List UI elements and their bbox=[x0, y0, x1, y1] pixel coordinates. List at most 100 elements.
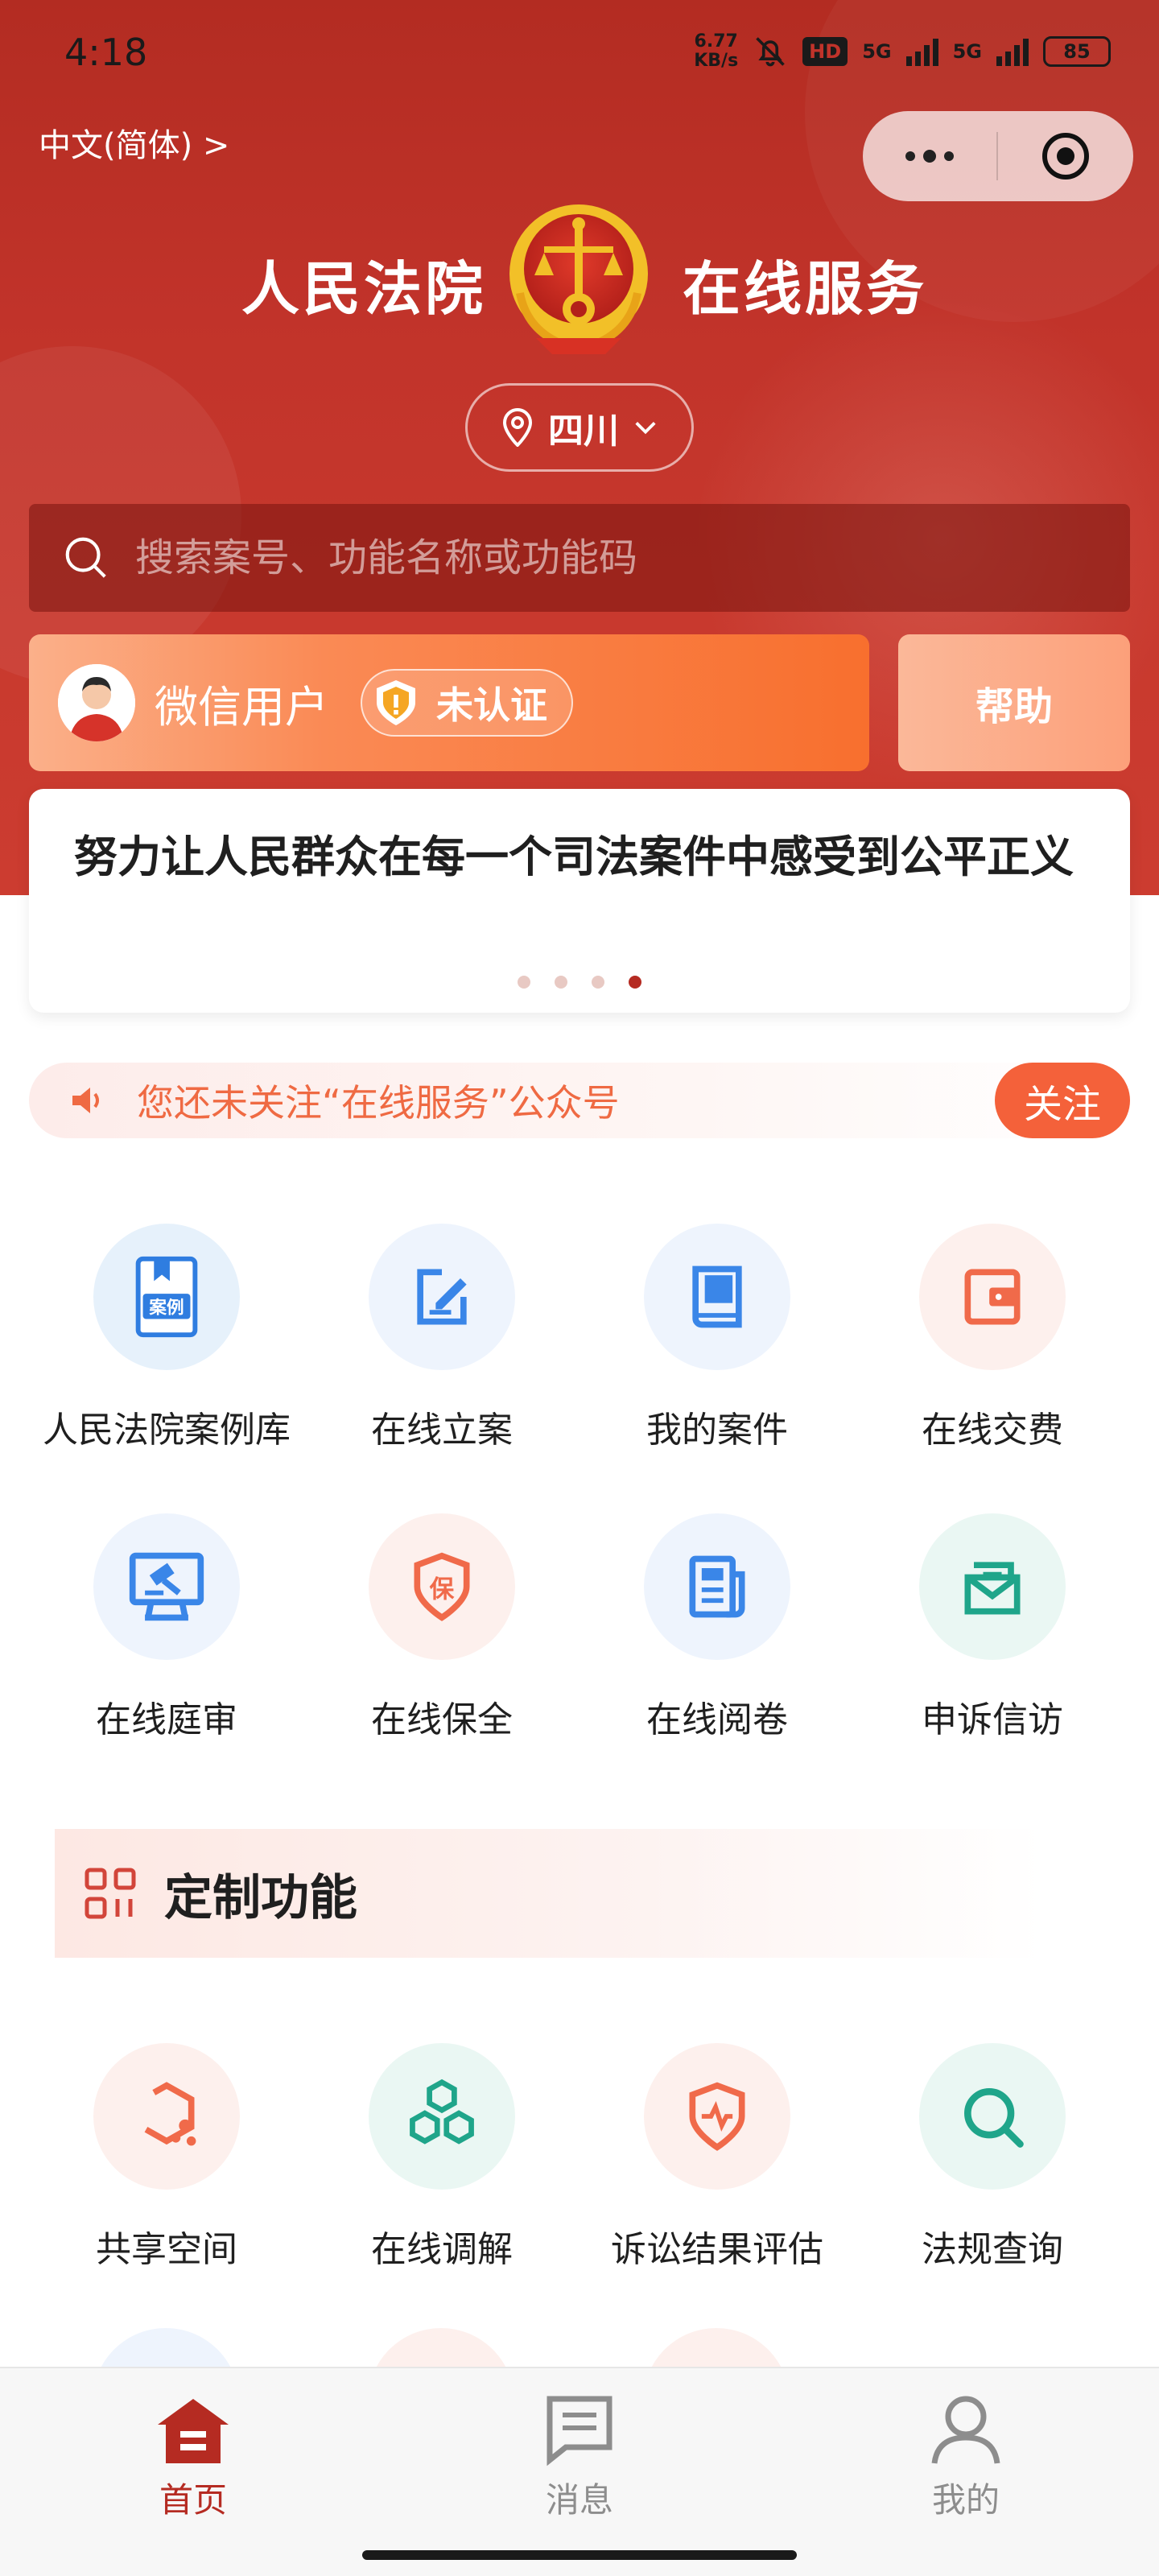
tab-label: 首页 bbox=[159, 2480, 227, 2520]
tab-label: 消息 bbox=[545, 2480, 613, 2520]
shield-bao-icon: 保 bbox=[369, 1513, 515, 1660]
search-icon bbox=[919, 2043, 1066, 2190]
follow-notice-bar: 您还未关注“在线服务”公众号 关注 bbox=[29, 1063, 1130, 1138]
section-title: 定制功能 bbox=[164, 1869, 357, 1926]
wallet-icon bbox=[919, 1224, 1066, 1370]
service-label: 在线保全 bbox=[371, 1699, 513, 1740]
service-label: 在线阅卷 bbox=[646, 1699, 788, 1740]
network-type: 5G bbox=[952, 40, 982, 63]
search-input[interactable] bbox=[135, 535, 1021, 580]
service-online-trial[interactable]: 在线庭审 bbox=[29, 1513, 304, 1803]
three-hexagons-icon bbox=[369, 2043, 515, 2190]
signal-icon bbox=[996, 37, 1029, 66]
home-indicator[interactable] bbox=[362, 2550, 797, 2560]
more-dots-icon bbox=[905, 151, 915, 161]
feature-litigation-assessment[interactable]: 诉讼结果评估 bbox=[580, 2043, 855, 2333]
service-case-library[interactable]: 案例 人民法院案例库 bbox=[29, 1224, 304, 1513]
verify-status-badge[interactable]: 未认证 bbox=[361, 669, 573, 737]
close-miniprogram-button[interactable] bbox=[998, 133, 1133, 180]
service-online-filing[interactable]: 在线立案 bbox=[304, 1224, 580, 1513]
feature-label: 共享空间 bbox=[96, 2229, 237, 2270]
search-icon bbox=[65, 537, 106, 578]
newspaper-icon bbox=[644, 1513, 790, 1660]
shield-warning-icon bbox=[377, 680, 415, 725]
service-label: 人民法院案例库 bbox=[43, 1410, 291, 1451]
svg-text:案例: 案例 bbox=[148, 1298, 184, 1319]
service-online-payment[interactable]: 在线交费 bbox=[855, 1224, 1130, 1513]
feature-shared-space[interactable]: 共享空间 bbox=[29, 2043, 304, 2333]
slogan-banner[interactable]: 努力让人民群众在每一个司法案件中感受到公平正义 bbox=[29, 789, 1130, 1013]
verify-status-label: 未认证 bbox=[436, 683, 547, 727]
avatar bbox=[58, 664, 135, 741]
miniprogram-capsule bbox=[863, 111, 1133, 201]
user-icon bbox=[931, 2396, 1000, 2464]
service-label: 我的案件 bbox=[646, 1410, 788, 1451]
service-my-cases[interactable]: 我的案件 bbox=[580, 1224, 855, 1513]
carousel-dot[interactable] bbox=[518, 976, 530, 989]
tab-messages[interactable]: 消息 bbox=[483, 2392, 676, 2522]
status-indicators: 6.77 KB/s HD 5G 5G 85 bbox=[694, 32, 1111, 71]
location-pin-icon bbox=[502, 408, 533, 447]
feature-law-search[interactable]: 法规查询 bbox=[855, 2043, 1130, 2333]
language-switch[interactable]: 中文(简体) > bbox=[39, 119, 229, 166]
case-library-icon: 案例 bbox=[93, 1224, 240, 1370]
message-icon bbox=[547, 2396, 612, 2467]
feature-label: 法规查询 bbox=[922, 2229, 1063, 2270]
network-speed: 6.77 KB/s bbox=[694, 31, 739, 71]
carousel-dot[interactable] bbox=[555, 976, 567, 989]
feature-online-mediation[interactable]: 在线调解 bbox=[304, 2043, 580, 2333]
hd-badge: HD bbox=[802, 37, 848, 66]
book-icon bbox=[644, 1224, 790, 1370]
carousel-indicator bbox=[29, 976, 1130, 989]
network-type: 5G bbox=[862, 40, 892, 63]
carousel-dot-active[interactable] bbox=[629, 976, 641, 989]
speaker-icon bbox=[72, 1088, 99, 1113]
tab-label: 我的 bbox=[931, 2480, 1000, 2520]
services-grid: 案例 人民法院案例库 在线立案 我的案件 在线交费 在线庭审 保 在线保全 在线… bbox=[0, 1224, 1159, 1803]
svg-text:保: 保 bbox=[430, 1575, 455, 1604]
feature-label: 诉讼结果评估 bbox=[611, 2229, 823, 2270]
feature-label: 在线调解 bbox=[371, 2229, 513, 2270]
service-online-review[interactable]: 在线阅卷 bbox=[580, 1513, 855, 1803]
grid-apps-icon bbox=[85, 1868, 136, 1919]
custom-features-grid: 共享空间 在线调解 诉讼结果评估 法规查询 bbox=[0, 2043, 1159, 2333]
user-card[interactable]: 微信用户 未认证 bbox=[29, 634, 869, 771]
battery-icon: 85 bbox=[1043, 36, 1111, 67]
user-avatar-icon bbox=[58, 664, 135, 741]
slogan-text: 努力让人民群众在每一个司法案件中感受到公平正义 bbox=[74, 832, 1074, 882]
more-menu-button[interactable] bbox=[863, 111, 996, 201]
custom-features-header: 定制功能 bbox=[55, 1829, 1043, 1958]
filing-edit-icon bbox=[369, 1224, 515, 1370]
status-time: 4:18 bbox=[64, 31, 148, 74]
status-bar: 4:18 6.77 KB/s HD 5G 5G 85 bbox=[0, 0, 1159, 109]
service-label: 在线交费 bbox=[922, 1410, 1063, 1451]
follow-button[interactable]: 关注 bbox=[995, 1063, 1130, 1138]
target-circle-icon bbox=[1042, 133, 1089, 180]
page-title-right: 在线服务 bbox=[683, 255, 928, 323]
tab-home[interactable]: 首页 bbox=[97, 2392, 290, 2522]
home-icon bbox=[158, 2399, 229, 2463]
help-button[interactable]: 帮助 bbox=[898, 634, 1130, 771]
signal-icon bbox=[905, 37, 938, 66]
service-online-preservation[interactable]: 保 在线保全 bbox=[304, 1513, 580, 1803]
shield-pulse-icon bbox=[644, 2043, 790, 2190]
search-bar[interactable] bbox=[29, 504, 1130, 612]
service-label: 在线庭审 bbox=[96, 1699, 237, 1740]
follow-notice-text: 您还未关注“在线服务”公众号 bbox=[137, 1081, 620, 1125]
hexagon-share-icon bbox=[93, 2043, 240, 2190]
bottom-tab-bar: 首页 消息 我的 bbox=[0, 2367, 1159, 2576]
service-label: 申诉信访 bbox=[922, 1699, 1063, 1740]
service-label: 在线立案 bbox=[371, 1410, 513, 1451]
chevron-down-icon bbox=[635, 422, 656, 435]
user-name: 微信用户 bbox=[155, 681, 328, 733]
region-selector[interactable]: 四川 bbox=[465, 383, 694, 472]
mailbox-icon bbox=[919, 1513, 1066, 1660]
service-petition[interactable]: 申诉信访 bbox=[855, 1513, 1130, 1803]
gavel-screen-icon bbox=[93, 1513, 240, 1660]
region-label: 四川 bbox=[548, 411, 619, 452]
tab-mine[interactable]: 我的 bbox=[869, 2392, 1062, 2522]
mute-bell-icon bbox=[756, 37, 785, 67]
page-title-left: 人民法院 bbox=[241, 255, 487, 323]
court-emblem-icon bbox=[509, 204, 648, 354]
carousel-dot[interactable] bbox=[592, 976, 604, 989]
